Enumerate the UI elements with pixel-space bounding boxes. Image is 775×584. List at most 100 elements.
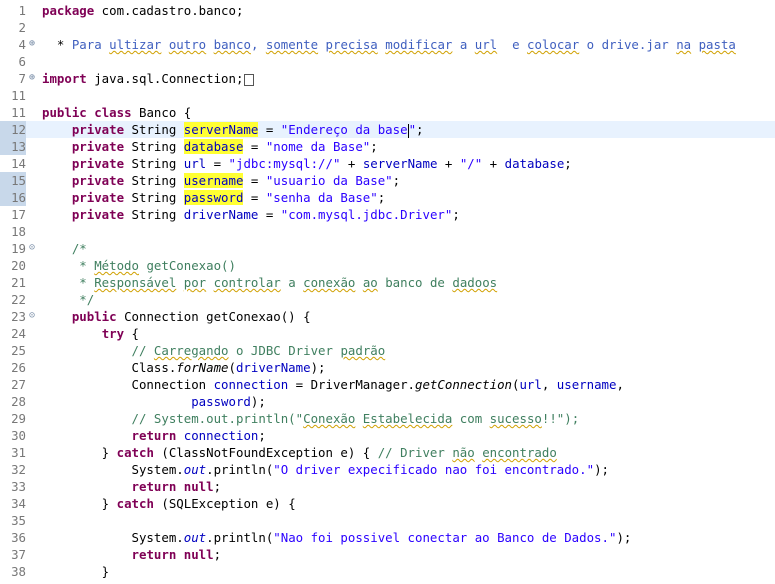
code-token: + bbox=[437, 156, 460, 171]
code-line[interactable]: 30 return connection; bbox=[0, 427, 775, 444]
code-token: System. bbox=[42, 530, 184, 545]
code-token: class bbox=[94, 105, 132, 120]
code-token: ); bbox=[594, 462, 609, 477]
code-token: driverName bbox=[235, 360, 311, 375]
code-line[interactable]: 38 } bbox=[0, 563, 775, 580]
line-number: 7 bbox=[18, 71, 26, 86]
code-line[interactable]: 2 bbox=[0, 19, 775, 36]
line-number: 21 bbox=[11, 275, 26, 290]
code-token: outro bbox=[168, 37, 207, 52]
code-token: ; bbox=[213, 479, 222, 494]
code-token: Connection bbox=[42, 377, 214, 392]
code-line[interactable]: 13 private String database = "nome da Ba… bbox=[0, 138, 775, 155]
code-line[interactable]: 14 private String url = "jdbc:mysql://" … bbox=[0, 155, 775, 172]
line-number: 17 bbox=[11, 207, 26, 222]
code-token: url bbox=[519, 377, 542, 392]
code-line[interactable]: 25 // Carregando o JDBC Driver padrão bbox=[0, 342, 775, 359]
code-token: encontrado bbox=[482, 445, 557, 460]
fold-expand-icon[interactable]: ⊕ bbox=[27, 39, 37, 49]
line-number: 20 bbox=[11, 258, 26, 273]
code-token: return bbox=[131, 547, 177, 562]
code-line[interactable]: 37 return null; bbox=[0, 546, 775, 563]
code-token: banco bbox=[213, 37, 251, 52]
code-line[interactable]: 36 System.out.println("Nao foi possivel … bbox=[0, 529, 775, 546]
code-token: "com.mysql.jdbc.Driver" bbox=[280, 207, 453, 222]
code-token: private bbox=[71, 190, 125, 205]
code-line[interactable]: 23 ⊝ public Connection getConexao() { bbox=[0, 308, 775, 325]
code-line[interactable]: 32 System.out.println("O driver expecifi… bbox=[0, 461, 775, 478]
fold-collapse-icon[interactable]: ⊝ bbox=[27, 311, 37, 321]
code-token: String bbox=[124, 156, 184, 171]
code-editor[interactable]: 1 package com.cadastro.banco; 2 4 ⊕ * Para u… bbox=[0, 0, 775, 584]
code-text: return null; bbox=[42, 478, 222, 495]
code-token: // bbox=[131, 343, 154, 358]
code-token: não bbox=[452, 445, 475, 460]
code-line[interactable]: 33 return null; bbox=[0, 478, 775, 495]
code-token: Banco { bbox=[131, 105, 192, 120]
code-token: "Endereço da base bbox=[280, 122, 408, 137]
code-token: ( bbox=[228, 360, 236, 375]
code-token: modificar bbox=[385, 37, 453, 52]
code-token: !!"); bbox=[541, 411, 580, 426]
code-token: com.cadastro.banco; bbox=[94, 3, 244, 18]
code-line[interactable]: 18 bbox=[0, 223, 775, 240]
folded-imports-icon[interactable] bbox=[244, 73, 255, 86]
code-text: // Carregando o JDBC Driver padrão bbox=[42, 342, 386, 359]
code-text: import java.sql.Connection; bbox=[42, 70, 255, 87]
code-line[interactable]: 27 Connection connection = DriverManager… bbox=[0, 376, 775, 393]
code-line[interactable]: 34 } catch (SQLException e) { bbox=[0, 495, 775, 512]
code-token: return bbox=[131, 428, 177, 443]
code-line[interactable]: 19 ⊝ /* bbox=[0, 240, 775, 257]
line-number: 22 bbox=[11, 292, 26, 307]
code-line[interactable]: 7 ⊕ import java.sql.Connection; bbox=[0, 70, 775, 87]
code-line[interactable]: 6 bbox=[0, 53, 775, 70]
code-line[interactable]: 11 bbox=[0, 87, 775, 104]
code-line[interactable]: 21 * Responsável por controlar a conexão… bbox=[0, 274, 775, 291]
code-line[interactable]: 35 bbox=[0, 512, 775, 529]
code-line[interactable]: 1 package com.cadastro.banco; bbox=[0, 2, 775, 19]
line-number: 6 bbox=[18, 54, 26, 69]
code-token: "Nao foi possivel conectar ao Banco de D… bbox=[273, 530, 617, 545]
line-number: 37 bbox=[11, 547, 26, 562]
code-line[interactable]: 26 Class.forName(driverName); bbox=[0, 359, 775, 376]
code-token: url bbox=[474, 37, 498, 52]
code-line[interactable]: 17 private String driverName = "com.mysq… bbox=[0, 206, 775, 223]
code-token: public bbox=[71, 309, 117, 324]
line-number: 32 bbox=[11, 462, 26, 477]
code-line[interactable]: 31 } catch (ClassNotFoundException e) { … bbox=[0, 444, 775, 461]
line-number: 1 bbox=[18, 3, 26, 18]
code-token: getConexao() bbox=[138, 258, 236, 273]
code-line[interactable]: 11 public class Banco { bbox=[0, 104, 775, 121]
code-token: colocar bbox=[527, 37, 580, 52]
line-number: 33 bbox=[11, 479, 26, 494]
line-number: 15 bbox=[0, 172, 26, 189]
code-token: padrão bbox=[340, 343, 386, 358]
code-token: Responsável bbox=[94, 275, 177, 290]
code-line[interactable]: 29 // System.out.println("Conexão Estabe… bbox=[0, 410, 775, 427]
line-number: 27 bbox=[11, 377, 26, 392]
code-line[interactable]: 12 private String serverName = "Endereço… bbox=[0, 121, 775, 138]
code-line[interactable]: 15 private String username = "usuario da… bbox=[0, 172, 775, 189]
code-token: .println( bbox=[206, 462, 274, 477]
code-token: username bbox=[183, 173, 244, 188]
code-text: try { bbox=[42, 325, 139, 342]
code-token: " bbox=[408, 122, 417, 137]
code-token: Método bbox=[94, 258, 139, 273]
code-text: private String username = "usuario da Ba… bbox=[42, 172, 400, 189]
code-line[interactable]: 16 private String password = "senha da B… bbox=[0, 189, 775, 206]
code-line[interactable]: 28 password); bbox=[0, 393, 775, 410]
code-line[interactable]: 24 try { bbox=[0, 325, 775, 342]
code-line[interactable]: 4 ⊕ * Para ultizar outro banco, somente p… bbox=[0, 36, 775, 53]
code-line[interactable]: 20 * Método getConexao() bbox=[0, 257, 775, 274]
code-line[interactable]: 22 */ bbox=[0, 291, 775, 308]
fold-expand-icon[interactable]: ⊕ bbox=[27, 73, 37, 83]
fold-collapse-icon[interactable]: ⊝ bbox=[27, 243, 37, 253]
